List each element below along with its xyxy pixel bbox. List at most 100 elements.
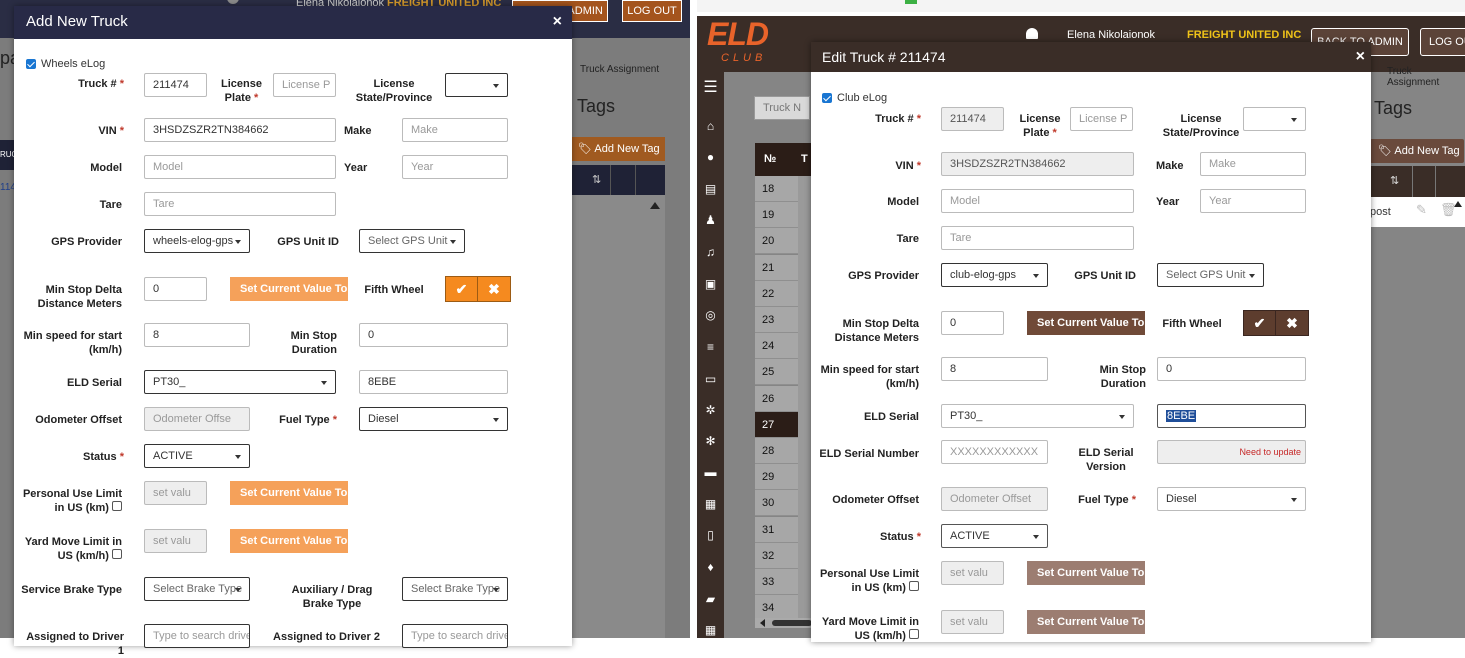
eld-serial-suffix-input[interactable]: 8EBE [359, 370, 508, 394]
make-input[interactable]: Make [1200, 152, 1306, 176]
home-icon[interactable]: ⌂ [697, 116, 724, 136]
min-speed-input[interactable]: 8 [941, 357, 1048, 381]
check-icon[interactable]: ✔ [1244, 311, 1276, 335]
eld-serial-select[interactable]: PT30_ [941, 404, 1134, 428]
bell-icon[interactable] [1026, 28, 1038, 39]
table-header-number[interactable]: № [755, 143, 798, 176]
tags-table-row[interactable]: post ✎ 🗑 [1370, 197, 1465, 227]
table-row-number[interactable]: 31 [755, 516, 798, 543]
aux-brake-select[interactable]: Select Brake Type [402, 577, 508, 601]
id-card-icon[interactable]: ▭ [697, 369, 724, 389]
personal-use-input[interactable]: set valu [144, 481, 207, 505]
table-row-number[interactable]: 25 [755, 359, 798, 386]
min-speed-input[interactable]: 8 [144, 323, 250, 347]
close-icon[interactable]: × [553, 6, 562, 38]
bell-sidebar-icon[interactable]: ♫ [697, 242, 724, 262]
sort-icon[interactable]: ⇅ [592, 173, 601, 186]
yard-move-input[interactable]: set valu [144, 529, 207, 553]
fuel-type-select[interactable]: Diesel [1157, 487, 1306, 511]
odometer-offset-input[interactable]: Odometer Offset [941, 487, 1048, 511]
table-row-number[interactable]: 26 [755, 385, 798, 412]
yard-move-input[interactable]: set valu [941, 610, 1004, 634]
elog-checkbox[interactable] [822, 93, 832, 103]
scroll-up-icon[interactable] [650, 202, 660, 209]
table-row-number[interactable]: 20 [755, 228, 798, 255]
fifth-wheel-toggle[interactable]: ✔ ✖ [1243, 310, 1309, 336]
table-row-number[interactable]: 28 [755, 438, 798, 464]
license-state-select[interactable] [1243, 107, 1306, 131]
table-row-number[interactable]: 18 [755, 176, 798, 202]
year-input[interactable]: Year [1200, 189, 1306, 213]
license-state-select[interactable] [445, 73, 508, 97]
users-icon[interactable]: ♟ [697, 210, 724, 230]
table-row-number[interactable]: 30 [755, 490, 798, 517]
yard-move-checkbox[interactable] [112, 549, 122, 559]
scrollbar-thumb[interactable] [772, 620, 812, 626]
fuel-truck-icon[interactable]: ▰ [697, 589, 724, 609]
license-plate-input[interactable]: License P [1070, 107, 1133, 131]
table-row-number[interactable]: 33 [755, 569, 798, 595]
eld-serial-select[interactable]: PT30_ [144, 370, 336, 394]
set-current-value-button[interactable]: Set Current Value To All [230, 481, 348, 505]
scroll-up-icon[interactable] [1454, 201, 1462, 207]
status-select[interactable]: ACTIVE [144, 444, 250, 468]
table-row-number[interactable]: 21 [755, 254, 798, 281]
logout-button[interactable]: LOG OUT [622, 0, 682, 22]
add-new-tag-button[interactable]: 🏷 Add New Tag [570, 137, 665, 161]
status-select[interactable]: ACTIVE [941, 524, 1048, 548]
truck-number-input[interactable]: 211474 [144, 73, 207, 97]
truck-assignment-tab[interactable]: Truck Assignment [1387, 66, 1465, 88]
table-row-number[interactable]: 23 [755, 307, 798, 333]
elog-checkbox[interactable] [26, 59, 36, 69]
personal-use-checkbox[interactable] [112, 501, 122, 511]
scroll-left-icon[interactable] [760, 619, 765, 627]
card-icon[interactable]: ▦ [697, 494, 724, 514]
contact-icon[interactable]: ▣ [697, 274, 724, 294]
add-new-tag-button[interactable]: 🏷 Add New Tag [1370, 139, 1464, 163]
truck-assignment-tab[interactable]: Truck Assignment [580, 64, 659, 75]
eld-serial-suffix-input[interactable]: 8EBE [1157, 404, 1306, 428]
table-row-number[interactable]: 29 [755, 464, 798, 491]
gps-provider-select[interactable]: wheels-elog-gps [144, 229, 250, 253]
model-input[interactable]: Model [941, 189, 1134, 213]
close-icon[interactable]: × [1356, 42, 1365, 72]
cogs-icon[interactable]: ✲ [697, 400, 724, 420]
location-icon[interactable]: ◎ [697, 305, 724, 325]
fifth-wheel-toggle[interactable]: ✔ ✖ [445, 276, 511, 302]
fuel-type-select[interactable]: Diesel [359, 407, 508, 431]
tablet-icon[interactable]: ▯ [697, 525, 724, 545]
gps-provider-select[interactable]: club-elog-gps [941, 263, 1048, 287]
set-current-value-button[interactable]: Set Current Value To All [230, 529, 348, 553]
gear-icon[interactable]: ✻ [697, 431, 724, 451]
truck-icon[interactable]: ▬ [697, 462, 724, 482]
personal-use-checkbox[interactable] [909, 581, 919, 591]
driver1-input[interactable]: Type to search driver and click Enter [144, 624, 250, 648]
min-stop-delta-input[interactable]: 0 [941, 311, 1004, 335]
gps-unit-select[interactable]: Select GPS Unit [359, 229, 465, 253]
table-row-number[interactable]: 24 [755, 333, 798, 360]
vin-input[interactable]: 3HSDZSZR2TN384662 [144, 118, 336, 142]
logout-button[interactable]: LOG OUT [1420, 28, 1465, 56]
model-input[interactable]: Model [144, 155, 336, 179]
x-icon[interactable]: ✖ [1276, 311, 1308, 335]
gps-unit-select[interactable]: Select GPS Unit [1157, 263, 1264, 287]
grid-icon[interactable]: ▦ [697, 620, 724, 640]
set-current-value-button[interactable]: Set Current Value To All [230, 277, 348, 301]
list-icon[interactable]: ≡ [697, 337, 724, 357]
set-current-value-button[interactable]: Set Current Value To All [1027, 561, 1145, 585]
year-input[interactable]: Year [402, 155, 508, 179]
table-row-number[interactable]: 32 [755, 542, 798, 569]
elog-checkbox-row[interactable]: Club eLog [822, 92, 887, 104]
tare-input[interactable]: Tare [941, 226, 1134, 250]
table-header-truck[interactable]: T [798, 143, 811, 176]
license-plate-input[interactable]: License P [273, 73, 336, 97]
table-row-number[interactable]: 27 [755, 411, 798, 438]
min-stop-delta-input[interactable]: 0 [144, 277, 207, 301]
personal-use-input[interactable]: set valu [941, 561, 1004, 585]
eld-serial-number-input[interactable]: XXXXXXXXXXXX [941, 440, 1048, 464]
set-current-value-button[interactable]: Set Current Value To All [1027, 610, 1145, 634]
menu-icon[interactable]: ☰ [697, 78, 724, 98]
min-stop-duration-input[interactable]: 0 [359, 323, 508, 347]
elog-checkbox-row[interactable]: Wheels eLog [26, 58, 105, 70]
table-row-number[interactable]: 22 [755, 280, 798, 307]
